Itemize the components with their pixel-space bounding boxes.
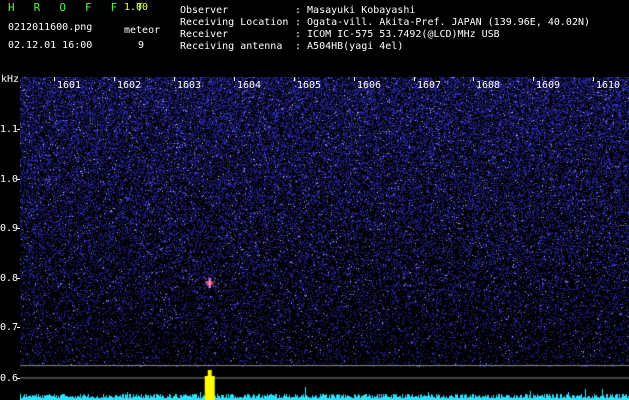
x-tick-mark bbox=[473, 77, 474, 81]
info-value-antenna: : A504HB(yagi 4el) bbox=[295, 41, 404, 52]
title-letter: R bbox=[33, 1, 41, 14]
app-title: H R O F F T bbox=[8, 2, 143, 15]
x-tick-mark bbox=[234, 77, 235, 81]
y-tick-label: 1.0 bbox=[0, 174, 19, 185]
x-tick-mark bbox=[174, 77, 175, 81]
info-label-location: Receiving Location bbox=[180, 17, 289, 28]
info-label-observer: Observer bbox=[180, 5, 229, 16]
title-letter: H bbox=[8, 1, 15, 14]
x-tick-label: 1606 bbox=[357, 80, 382, 91]
meteor-count: 9 bbox=[138, 40, 145, 51]
info-value-location: : Ogata-vill. Akita-Pref. JAPAN (139.96E… bbox=[295, 17, 591, 28]
x-tick-label: 1603 bbox=[177, 80, 202, 91]
x-tick-mark bbox=[533, 77, 534, 81]
info-label-receiver: Receiver bbox=[180, 29, 229, 40]
title-letter: O bbox=[59, 1, 66, 14]
info-value-receiver: : ICOM IC-575 53.7492(@LCD)MHz USB bbox=[295, 29, 500, 40]
app-version: 1.00 bbox=[124, 2, 149, 13]
x-tick-mark bbox=[294, 77, 295, 81]
hrofft-window: H R O F F T 1.00 0212011600.png 02.12.01… bbox=[0, 0, 629, 400]
y-tick-label: 0.6 bbox=[0, 373, 19, 384]
x-tick-label: 1602 bbox=[117, 80, 142, 91]
x-tick-label: 1604 bbox=[237, 80, 262, 91]
x-tick-mark bbox=[54, 77, 55, 81]
y-tick-label: 0.9 bbox=[0, 223, 19, 234]
x-tick-mark bbox=[593, 77, 594, 81]
y-tick-label: 0.8 bbox=[0, 273, 19, 284]
spectrogram-area bbox=[20, 77, 629, 400]
x-tick-mark bbox=[354, 77, 355, 81]
image-filename: 0212011600.png bbox=[8, 22, 93, 33]
spectrogram-canvas bbox=[20, 77, 629, 400]
title-letter: F bbox=[110, 1, 118, 14]
x-tick-mark bbox=[414, 77, 415, 81]
x-tick-label: 1610 bbox=[596, 80, 621, 91]
y-tick-label: 0.7 bbox=[0, 322, 19, 333]
info-value-observer: : Masayuki Kobayashi bbox=[295, 5, 416, 16]
x-tick-label: 1607 bbox=[417, 80, 442, 91]
y-axis-unit: kHz bbox=[1, 74, 20, 85]
observation-datetime: 02.12.01 16:00 bbox=[8, 40, 93, 51]
x-tick-label: 1608 bbox=[476, 80, 501, 91]
meteor-label: meteor bbox=[124, 25, 161, 36]
x-tick-label: 1605 bbox=[297, 80, 322, 91]
x-tick-mark bbox=[114, 77, 115, 81]
x-tick-label: 1609 bbox=[536, 80, 561, 91]
x-tick-label: 1601 bbox=[57, 80, 82, 91]
y-tick-label: 1.1 bbox=[0, 124, 19, 135]
title-letter: F bbox=[84, 1, 92, 14]
info-label-antenna: Receiving antenna bbox=[180, 41, 283, 52]
